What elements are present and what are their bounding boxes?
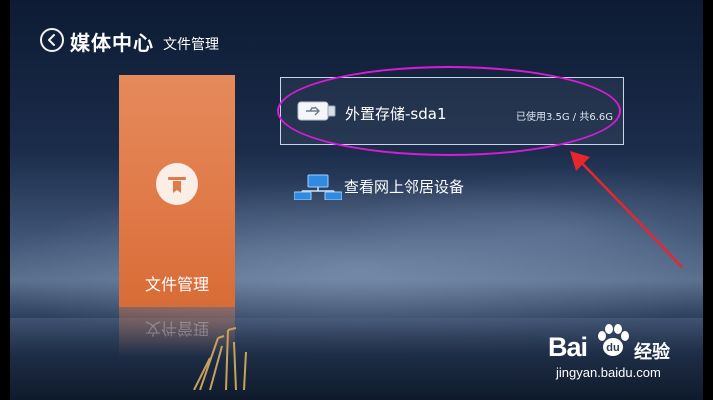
network-computers-icon [294, 174, 342, 200]
reeds-decoration [193, 327, 247, 390]
external-storage-item[interactable]: 外置存储-sda1 已使用3.5G / 共6.6G [280, 77, 624, 145]
svg-text:du: du [606, 342, 619, 354]
baidu-jingyan-watermark: Bai du 经验 jingyan.baidu.com [548, 318, 698, 388]
watermark-logo-text: Bai [548, 332, 588, 362]
media-center-screen: 媒体中心 文件管理 文件管理 文件管理 外置存储-sda1 已使用3.5G / … [0, 0, 713, 400]
storage-usage-text: 已使用3.5G / 共6.6G [515, 112, 613, 123]
usb-drive-icon [297, 101, 336, 121]
annotation-arrow [570, 151, 683, 268]
left-black-border [0, 0, 10, 400]
watermark-url: jingyan.baidu.com [556, 365, 661, 380]
network-neighborhood-label: 查看网上邻居设备 [344, 178, 465, 196]
paw-logo-icon: du [598, 324, 629, 356]
page-subtitle: 文件管理 [163, 37, 219, 53]
right-black-border [703, 0, 713, 400]
external-storage-name: 外置存储-sda1 [345, 105, 447, 123]
page-title: 媒体中心 [70, 31, 154, 55]
back-button[interactable] [40, 28, 64, 52]
file-manager-icon [156, 163, 198, 205]
chevron-left-icon [48, 34, 55, 46]
file-manager-tile-label: 文件管理 [144, 275, 209, 294]
watermark-jingyan-text: 经验 [634, 342, 670, 363]
